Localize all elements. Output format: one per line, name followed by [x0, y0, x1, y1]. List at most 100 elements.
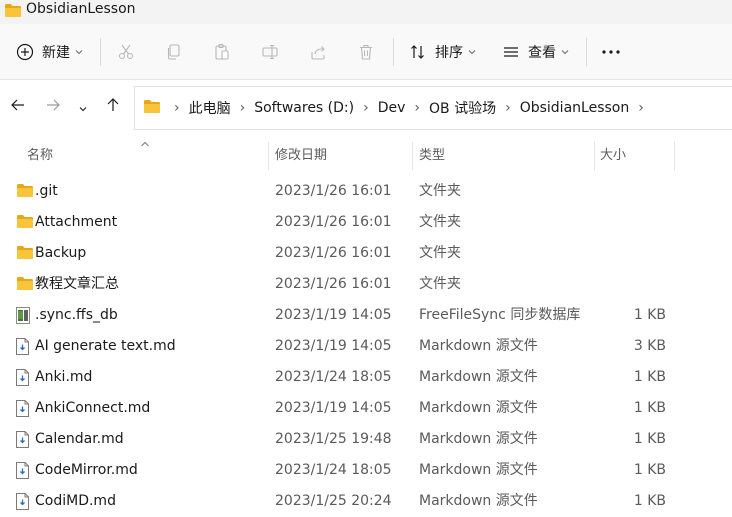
file-modified-date: 2023/1/19 14:05	[275, 307, 392, 323]
file-size: 3 KB	[633, 338, 666, 354]
command-bar: 新建 排序 查看	[0, 24, 732, 80]
column-header-date[interactable]: 修改日期	[275, 140, 327, 172]
file-row[interactable]: .git 2023/1/26 16:01 文件夹	[0, 176, 732, 207]
file-modified-date: 2023/1/19 14:05	[275, 400, 392, 416]
chevron-right-icon[interactable]: ›	[638, 100, 644, 116]
folder-icon	[16, 183, 34, 202]
breadcrumb-this-pc[interactable]: 此电脑	[189, 98, 231, 118]
view-button-label: 查看	[528, 45, 556, 61]
column-header-size[interactable]: 大小	[600, 140, 626, 172]
file-type: 文件夹	[419, 183, 461, 199]
file-type: Markdown 源文件	[419, 431, 538, 447]
file-row[interactable]: Backup 2023/1/26 16:01 文件夹	[0, 238, 732, 269]
share-button[interactable]	[309, 36, 327, 68]
file-modified-date: 2023/1/24 18:05	[275, 462, 392, 478]
window-title: ObsidianLesson	[26, 1, 136, 17]
toolbar-divider	[393, 38, 394, 66]
sort-button-label: 排序	[435, 45, 463, 61]
file-type: Markdown 源文件	[419, 400, 538, 416]
title-bar: ObsidianLesson	[0, 0, 732, 24]
more-options-button[interactable]	[601, 36, 621, 68]
file-size: 1 KB	[633, 307, 666, 323]
file-list: .git 2023/1/26 16:01 文件夹 Attachment 2023/1/2…	[0, 176, 732, 517]
chevron-down-icon	[75, 49, 83, 55]
file-type: Markdown 源文件	[419, 462, 538, 478]
rename-button[interactable]	[261, 36, 279, 68]
copy-button[interactable]	[165, 36, 183, 68]
chevron-right-icon[interactable]: ›	[240, 100, 246, 116]
chevron-right-icon[interactable]: ›	[174, 100, 180, 116]
file-name: Backup	[35, 245, 87, 261]
file-row[interactable]: Attachment 2023/1/26 16:01 文件夹	[0, 207, 732, 238]
file-row[interactable]: CodiMD.md 2023/1/25 20:24 Markdown 源文件 1 KB	[0, 486, 732, 517]
chevron-right-icon[interactable]: ›	[505, 100, 511, 116]
paste-button[interactable]	[213, 36, 231, 68]
forward-arrow-icon[interactable]	[45, 97, 61, 117]
file-type: FreeFileSync 同步数据库	[419, 307, 581, 323]
rename-icon	[261, 43, 279, 61]
file-name: .sync.ffs_db	[35, 307, 118, 323]
folder-icon	[16, 276, 34, 295]
copy-icon	[165, 43, 183, 61]
file-size: 1 KB	[633, 431, 666, 447]
sort-button[interactable]: 排序	[409, 36, 476, 68]
column-divider[interactable]	[412, 142, 413, 170]
sort-ascending-icon	[140, 140, 150, 150]
folder-icon	[16, 214, 34, 233]
file-row[interactable]: Anki.md 2023/1/24 18:05 Markdown 源文件 1 KB	[0, 362, 732, 393]
markdown-file-icon	[16, 493, 29, 514]
column-header-name[interactable]: 名称	[27, 140, 53, 172]
more-icon	[601, 43, 621, 61]
file-type: Markdown 源文件	[419, 369, 538, 385]
clipboard-icon	[213, 43, 231, 61]
new-button[interactable]: 新建	[16, 36, 83, 68]
recent-locations-chevron-icon[interactable]	[78, 101, 88, 117]
column-header-type[interactable]: 类型	[419, 140, 445, 172]
file-name: CodiMD.md	[35, 493, 116, 509]
back-arrow-icon[interactable]	[10, 97, 26, 117]
column-divider[interactable]	[268, 142, 269, 170]
file-modified-date: 2023/1/24 18:05	[275, 369, 392, 385]
breadcrumb-drive[interactable]: Softwares (D:)	[254, 100, 354, 116]
file-modified-date: 2023/1/25 20:24	[275, 493, 392, 509]
file-type: 文件夹	[419, 276, 461, 292]
column-divider[interactable]	[594, 142, 595, 170]
file-row[interactable]: .sync.ffs_db 2023/1/19 14:05 FreeFileSync …	[0, 300, 732, 331]
file-size: 1 KB	[633, 493, 666, 509]
file-size: 1 KB	[633, 400, 666, 416]
breadcrumb-ob[interactable]: OB 试验场	[429, 98, 496, 118]
chevron-down-icon	[468, 49, 476, 55]
chevron-right-icon[interactable]: ›	[363, 100, 369, 116]
breadcrumb-current[interactable]: ObsidianLesson	[520, 100, 630, 116]
plus-circle-icon	[16, 43, 34, 61]
file-row[interactable]: 教程文章汇总 2023/1/26 16:01 文件夹	[0, 269, 732, 300]
trash-icon	[357, 43, 375, 61]
file-modified-date: 2023/1/26 16:01	[275, 183, 392, 199]
new-button-label: 新建	[42, 45, 70, 61]
view-button[interactable]: 查看	[502, 36, 569, 68]
file-row[interactable]: AI generate text.md 2023/1/19 14:05 Markdo…	[0, 331, 732, 362]
file-modified-date: 2023/1/25 19:48	[275, 431, 392, 447]
cut-button[interactable]	[117, 36, 135, 68]
delete-button[interactable]	[357, 36, 375, 68]
markdown-file-icon	[16, 338, 29, 359]
file-type: Markdown 源文件	[419, 338, 538, 354]
file-row[interactable]: Calendar.md 2023/1/25 19:48 Markdown 源文件 1 …	[0, 424, 732, 455]
markdown-file-icon	[16, 431, 29, 452]
scissors-icon	[117, 43, 135, 61]
chevron-right-icon[interactable]: ›	[414, 100, 420, 116]
folder-icon	[16, 245, 34, 264]
sort-icon	[409, 43, 427, 61]
file-row[interactable]: CodeMirror.md 2023/1/24 18:05 Markdown 源文件…	[0, 455, 732, 486]
address-bar[interactable]: › 此电脑 › Softwares (D:) › Dev › OB 试验场 › …	[134, 86, 732, 130]
file-modified-date: 2023/1/26 16:01	[275, 276, 392, 292]
file-size: 1 KB	[633, 369, 666, 385]
file-row[interactable]: AnkiConnect.md 2023/1/19 14:05 Markdown 源文…	[0, 393, 732, 424]
column-divider[interactable]	[674, 142, 675, 170]
chevron-down-icon	[561, 49, 569, 55]
up-arrow-icon[interactable]	[105, 97, 121, 117]
toolbar-divider	[586, 38, 587, 66]
file-name: Attachment	[35, 214, 118, 230]
breadcrumb-dev[interactable]: Dev	[378, 100, 406, 116]
file-type: Markdown 源文件	[419, 493, 538, 509]
